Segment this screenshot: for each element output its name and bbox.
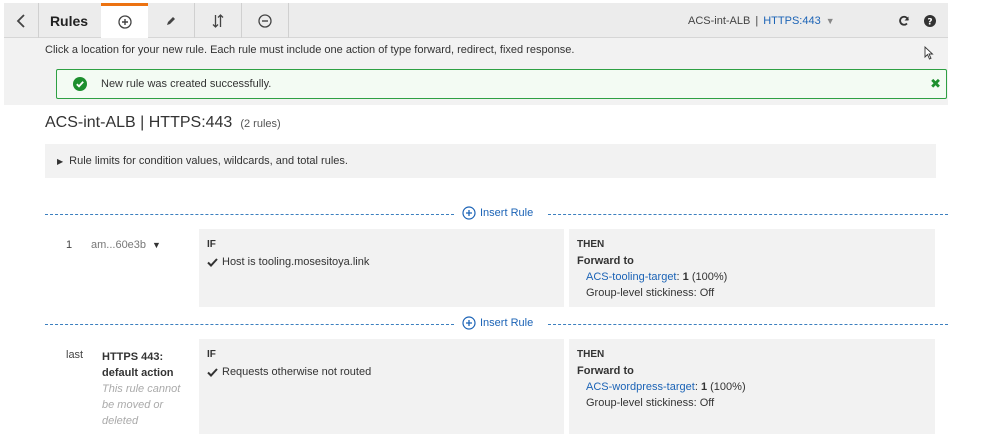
help-button[interactable]: ?: [918, 3, 942, 38]
divider: [548, 324, 948, 325]
rule-actions-box: THEN Forward to ACS-tooling-target: 1 (1…: [569, 229, 935, 307]
rule-arn-dropdown[interactable]: am...60e3b ▼: [91, 239, 161, 251]
caret-down-icon: ▼: [152, 240, 161, 250]
target-weight: 1: [700, 381, 708, 393]
rule-count: (2 rules): [240, 118, 281, 130]
svg-text:?: ?: [927, 17, 932, 27]
alert-message: New rule was created successfully.: [101, 78, 272, 90]
mouse-cursor-icon: [924, 45, 934, 63]
close-icon[interactable]: ✖: [930, 76, 941, 92]
rule-condition: Host is tooling.mosesitoya.link: [207, 256, 369, 268]
rule-priority: last: [66, 349, 84, 361]
load-balancer-name: ACS-int-ALB: [688, 14, 751, 27]
listener-title: ACS-int-ALB | HTTPS:443: [45, 114, 233, 131]
stickiness-text: Group-level stickiness: Off: [586, 287, 715, 299]
insert-rule-line: Insert Rule: [45, 206, 948, 222]
insert-rule-button[interactable]: Insert Rule: [462, 316, 533, 330]
forward-target: ACS-wordpress-target: 1 (100%): [586, 381, 746, 393]
target-group-link[interactable]: ACS-tooling-target: [586, 271, 677, 283]
add-circle-icon: [462, 316, 476, 330]
instruction-text: Click a location for your new rule. Each…: [45, 44, 575, 56]
caret-right-icon: ▶: [57, 156, 64, 166]
default-rule-name-line: HTTPS 443:: [102, 351, 164, 363]
refresh-icon: [899, 15, 909, 26]
rule-actions-box: THEN Forward to ACS-wordpress-target: 1 …: [569, 339, 935, 434]
insert-rule-label: Insert Rule: [480, 317, 534, 329]
chevron-down-icon: ▼: [825, 15, 835, 26]
rule-limits-text: Rule limits for condition values, wildca…: [69, 155, 348, 167]
divider: [45, 324, 454, 325]
rule-conditions-box: IF Requests otherwise not routed: [199, 339, 564, 434]
rule-priority: 1: [66, 239, 73, 251]
remove-icon: [258, 13, 272, 28]
delete-rules-button[interactable]: [242, 3, 288, 38]
checkmark-icon: [207, 367, 218, 377]
action-type: Forward to: [577, 365, 634, 377]
default-rule-name: HTTPS 443: default action: [102, 349, 192, 381]
insert-rule-button[interactable]: Insert Rule: [462, 206, 533, 220]
target-percent: (100%): [710, 381, 746, 393]
rule-limits-expander[interactable]: ▶ Rule limits for condition values, wild…: [45, 144, 936, 178]
divider: [548, 214, 948, 215]
forward-target: ACS-tooling-target: 1 (100%): [586, 271, 727, 283]
target-weight: 1: [682, 271, 689, 283]
weight-separator: :: [694, 381, 698, 393]
weight-separator: :: [676, 271, 680, 283]
success-alert: New rule was created successfully. ✖: [56, 69, 947, 99]
back-icon: [16, 13, 25, 28]
add-icon: [117, 15, 132, 29]
then-label: THEN: [577, 239, 605, 250]
reorder-icon: [212, 13, 224, 28]
toolbar-title: Rules: [49, 12, 89, 29]
default-rule-note: This rule cannot be moved or deleted: [102, 383, 181, 427]
target-percent: (100%): [691, 271, 728, 283]
condition-text: Host is tooling.mosesitoya.link: [222, 256, 370, 268]
target-group-link[interactable]: ACS-wordpress-target: [586, 381, 695, 393]
rule-conditions-box: IF Host is tooling.mosesitoya.link: [199, 229, 564, 307]
if-label: IF: [207, 239, 216, 250]
stickiness-text: Group-level stickiness: Off: [586, 397, 715, 409]
toolbar-divider: [288, 3, 289, 38]
insert-rule-line: Insert Rule: [45, 316, 948, 332]
listener-selector[interactable]: ACS-int-ALB | HTTPS:443 ▼: [688, 3, 835, 38]
add-circle-icon: [462, 206, 476, 220]
reorder-rules-button[interactable]: [195, 3, 241, 38]
page-title: ACS-int-ALB | HTTPS:443 (2 rules): [45, 114, 281, 132]
rules-toolbar: Rules ACS-int-ALB | HTTPS:443 ▼ ?: [4, 3, 948, 38]
check-circle-icon: [73, 77, 87, 91]
default-rule-name-line: default action: [102, 367, 174, 379]
if-label: IF: [207, 349, 216, 360]
rule-row: 1 am...60e3b ▼ IF Host is tooling.mosesi…: [45, 229, 948, 307]
add-rule-tab[interactable]: [101, 3, 148, 38]
rule-row: last HTTPS 443: default action This rule…: [45, 339, 948, 434]
refresh-button[interactable]: [892, 3, 916, 38]
rule-condition: Requests otherwise not routed: [207, 366, 371, 378]
back-button[interactable]: [4, 3, 38, 38]
then-label: THEN: [577, 349, 605, 360]
edit-icon: [167, 16, 175, 25]
rule-arn: am...60e3b: [91, 239, 147, 251]
divider: [45, 214, 454, 215]
insert-rule-label: Insert Rule: [480, 207, 534, 219]
help-icon: ?: [924, 14, 936, 27]
instruction-bar: Click a location for your new rule. Each…: [4, 38, 948, 105]
selector-separator: |: [755, 14, 759, 27]
checkmark-icon: [207, 257, 218, 267]
listener-name: HTTPS:443: [763, 14, 821, 27]
condition-text: Requests otherwise not routed: [222, 366, 372, 378]
action-type: Forward to: [577, 255, 634, 267]
edit-rules-button[interactable]: [148, 3, 194, 38]
